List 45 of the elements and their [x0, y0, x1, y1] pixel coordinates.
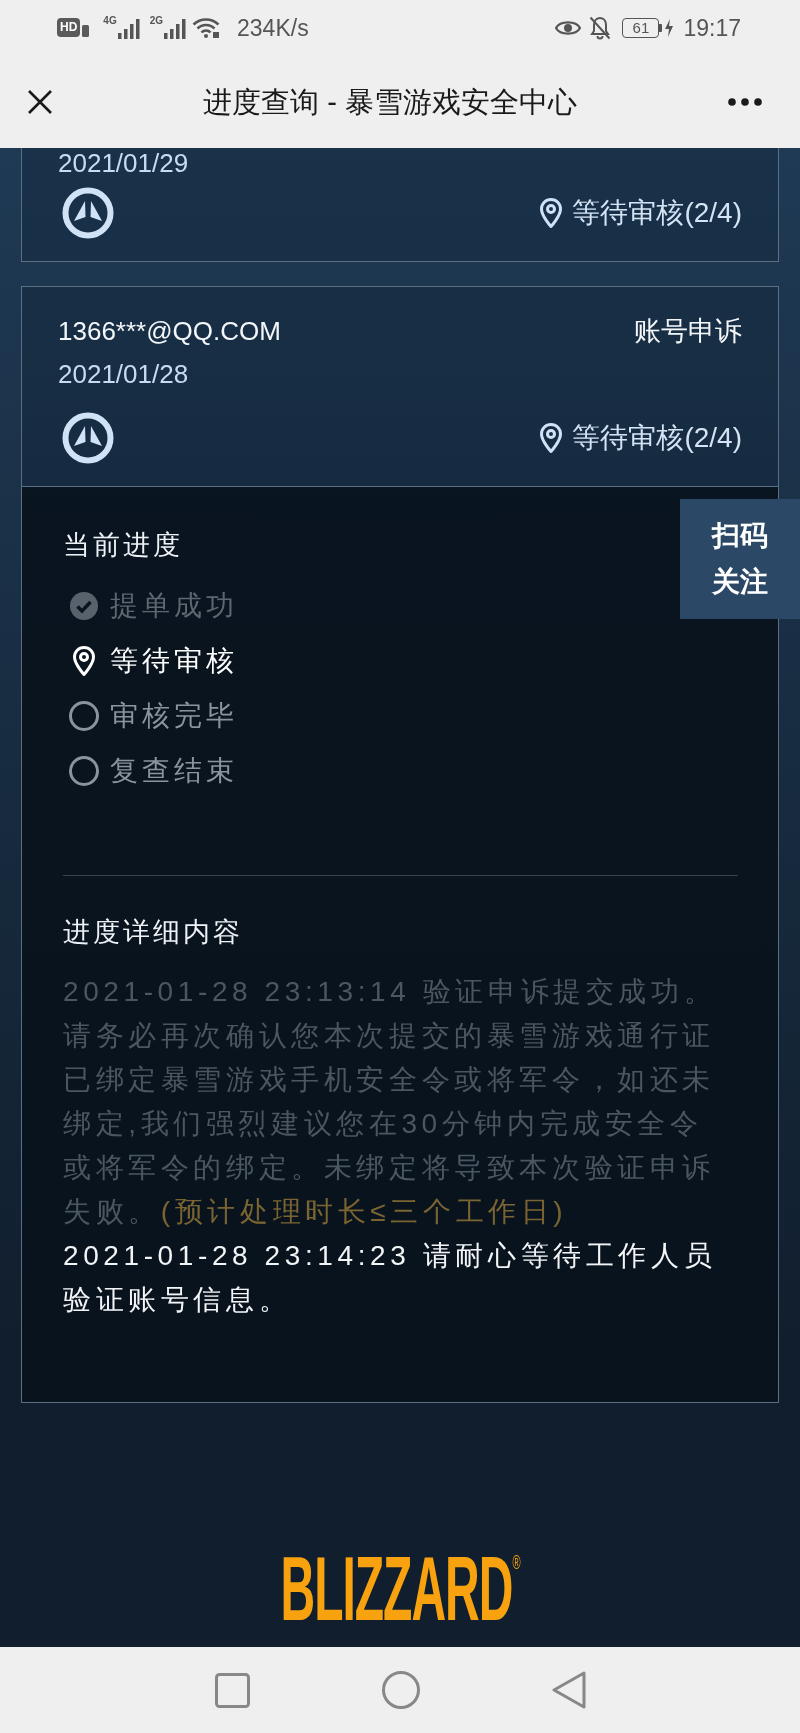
circle-icon[interactable]: [381, 1671, 420, 1709]
appeal-type: 账号申诉: [634, 316, 742, 346]
emblem-icon: [62, 187, 114, 239]
section-heading: 进度详细内容: [63, 916, 243, 949]
review-status: 等待审核(2/4): [572, 197, 742, 229]
charging-bolt-icon: [665, 18, 674, 37]
clock-time: 19:17: [683, 13, 741, 42]
check-circle-icon: [69, 590, 99, 621]
sim-card-icon: [82, 24, 90, 37]
battery-indicator: 61: [622, 17, 663, 38]
bell-off-icon: [589, 15, 612, 40]
more-icon[interactable]: [728, 97, 762, 106]
square-icon[interactable]: [214, 1672, 250, 1708]
signal-bars-icon: [164, 19, 187, 39]
review-status: 等待审核(2/4): [572, 422, 742, 454]
emblem-icon: [62, 412, 114, 464]
location-pin-icon: [73, 645, 95, 676]
page-title: 进度查询 - 暴雪游戏安全中心: [202, 84, 578, 120]
location-pin-icon: [540, 423, 563, 453]
appeal-card[interactable]: 2021/01/29 等待审核(2/4): [21, 148, 779, 262]
submit-date: 2021/01/28: [58, 359, 189, 389]
progress-log-entry: 2021-01-28 23:13:14 验证申诉提交成功。请务必再次确认您本次提交的暴雪游戏通行证已绑定暴雪游戏手机安全令或将军令，如还未绑定,我们强烈建议您在30分钟内完成安全令或将军令的绑定。未绑定将导致本次验证申诉失败。(预计处理时长≤三个工作日): [63, 975, 718, 1229]
empty-circle-icon: [69, 700, 99, 731]
brand-logo: BLIZZARD$^{®}$: [280, 1537, 520, 1642]
wifi-icon: [192, 17, 221, 38]
triangle-icon[interactable]: [551, 1671, 586, 1709]
location-pin-icon: [540, 198, 563, 228]
step-label: 等待审核: [110, 643, 238, 678]
step-label: 审核完毕: [110, 698, 238, 733]
signal-bars-icon: [117, 19, 140, 39]
network-speed: 234K/s: [237, 13, 309, 42]
submit-date: 2021/01/29: [58, 150, 189, 176]
appeal-card[interactable]: 1366***@QQ.COM 账号申诉 2021/01/28 等待审核(2/4): [21, 286, 779, 487]
section-heading: 当前进度: [63, 529, 183, 562]
step-label: 复查结束: [110, 753, 238, 788]
account-email: 1366***@QQ.COM: [58, 316, 281, 346]
close-icon[interactable]: [28, 89, 52, 114]
network-type-label: 2G: [149, 16, 164, 26]
hd-badge: HD: [57, 18, 81, 37]
empty-circle-icon: [69, 755, 99, 786]
eye-icon: [555, 18, 582, 37]
step-label: 提单成功: [110, 588, 238, 623]
network-type-label: 4G: [103, 16, 117, 26]
progress-log-entry: 2021-01-28 23:14:23 请耐心等待工作人员验证账号信息。: [63, 1239, 718, 1317]
scan-follow-button[interactable]: 扫码关注: [680, 499, 800, 619]
